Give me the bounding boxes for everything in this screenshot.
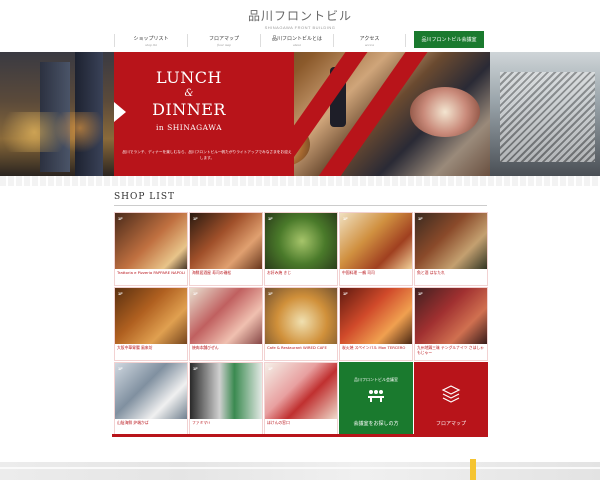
nav-sublabel: floor map <box>217 43 231 47</box>
site-header: 品川フロントビル SHINAGAWA FRONT BUILDING ショップリス… <box>0 0 600 52</box>
hero-title-location: in SHINAGAWA <box>155 123 223 132</box>
shop-photo <box>190 363 262 419</box>
conference-room-card[interactable]: 品川フロントビル会議室 会議室をお探しの方 <box>339 362 413 436</box>
floor-badge: 1F <box>193 291 198 296</box>
site-logo[interactable]: 品川フロントビル SHINAGAWA FRONT BUILDING <box>0 7 600 30</box>
shop-photo <box>265 213 337 269</box>
nav-sublabel: access <box>364 43 375 47</box>
shop-card[interactable]: 1F 魚と酒 はなたれ <box>414 212 488 286</box>
shop-card[interactable]: 1F 九州地鶏三昧 テングルナイツ さほしゃもじゃー <box>414 287 488 361</box>
shop-name: ファミマ!! <box>192 420 211 425</box>
layers-icon <box>441 385 461 403</box>
conference-room-button[interactable]: 品川フロントビル会議室 <box>414 31 484 48</box>
nav-shop-list[interactable]: ショップリスト shop list <box>114 34 187 47</box>
shop-name: お好み焼 きじ <box>267 270 291 275</box>
shop-photo <box>340 213 412 269</box>
shop-name: ほけんの窓口 <box>267 420 290 425</box>
nav-about[interactable]: 品川フロントビルとは about <box>260 34 333 47</box>
floor-badge: 1F <box>343 291 348 296</box>
floor-badge: 1F <box>418 291 423 296</box>
shop-photo <box>190 213 262 269</box>
nav-label: 品川フロントビルとは <box>271 36 322 42</box>
shop-card[interactable]: 1F ファミマ!! <box>189 362 263 436</box>
shop-photo <box>340 288 412 344</box>
logo-subtext: SHINAGAWA FRONT BUILDING <box>264 25 336 30</box>
hero-banner: LUNCH & DINNER in SHINAGAWA 品川でランチ、ディナーを… <box>0 52 600 176</box>
shop-card[interactable]: 1F お好み焼 きじ <box>264 212 338 286</box>
shop-name: 山陰海鮮 炉端かば <box>117 420 149 425</box>
nav-label: フロアマップ <box>208 36 239 42</box>
shop-card[interactable]: 1F 焼肉本舗びぜん <box>189 287 263 361</box>
shop-photo <box>415 288 487 344</box>
floor-badge: 1F <box>193 216 198 221</box>
floor-map-label: フロアマップ <box>435 421 466 427</box>
heading-rule <box>114 205 487 206</box>
nav-label: アクセス <box>359 36 380 42</box>
shop-card[interactable]: 1F 海鮮居酒屋 寿司の磯松 <box>189 212 263 286</box>
main-nav: ショップリスト shop list フロアマップ floor map 品川フロン… <box>114 32 406 49</box>
hero-title-dinner: DINNER <box>152 100 226 119</box>
floor-badge: 1F <box>268 216 273 221</box>
shop-photo <box>115 288 187 344</box>
shop-name: 魚と酒 はなたれ <box>417 270 445 275</box>
shop-card[interactable]: 1F 中国料理 一鶴 司司 <box>339 212 413 286</box>
shop-photo <box>415 213 487 269</box>
floor-badge: 1F <box>418 216 423 221</box>
floor-badge: 1F <box>343 216 348 221</box>
hero-building-photo <box>0 52 114 176</box>
shop-name: 九州地鶏三昧 テングルナイツ さほしゃもじゃー <box>417 345 484 355</box>
floor-badge: 1F <box>118 216 123 221</box>
floor-badge: 1F <box>268 291 273 296</box>
shop-name: Cafe & Restaurant WIRED CAFE <box>267 345 327 350</box>
hero-title-panel: LUNCH & DINNER in SHINAGAWA 品川でランチ、ディナーを… <box>114 52 294 176</box>
shop-card[interactable]: 1F 大阪中華胃腸 風来坊 <box>114 287 188 361</box>
access-map[interactable] <box>0 459 600 480</box>
nav-sublabel: about <box>293 43 301 47</box>
shop-grid: 1F Trattoria e Pizzeria PAPPARE NAPOLI 1… <box>114 212 488 436</box>
shop-card[interactable]: 1F ほけんの窓口 <box>264 362 338 436</box>
shop-list-heading: SHOP LIST <box>114 192 176 202</box>
floor-map-card[interactable]: フロアマップ <box>414 362 488 436</box>
shop-photo <box>115 213 187 269</box>
section-underline <box>112 434 488 437</box>
floor-badge: 1F <box>193 366 198 371</box>
conference-room-title: 品川フロントビル会議室 <box>354 377 398 382</box>
shop-name: 中国料理 一鶴 司司 <box>342 270 375 275</box>
shop-name: 炭火焼 スペインバル Mon TERCERO <box>342 345 406 350</box>
nav-sublabel: shop list <box>145 43 157 47</box>
shop-card[interactable]: 1F 炭火焼 スペインバル Mon TERCERO <box>339 287 413 361</box>
divider-band <box>0 176 600 186</box>
nav-access[interactable]: アクセス access <box>333 34 406 47</box>
conference-room-label: 会議室をお探しの方 <box>353 421 399 427</box>
floor-badge: 1F <box>268 366 273 371</box>
shop-name: 焼肉本舗びぜん <box>192 345 219 350</box>
floor-badge: 1F <box>118 291 123 296</box>
nav-floor-map[interactable]: フロアマップ floor map <box>187 34 260 47</box>
shop-photo <box>265 288 337 344</box>
shop-card[interactable]: 1F Cafe & Restaurant WIRED CAFE <box>264 287 338 361</box>
shop-photo <box>265 363 337 419</box>
shop-card[interactable]: 1F Trattoria e Pizzeria PAPPARE NAPOLI <box>114 212 188 286</box>
hero-description: 品川でランチ、ディナーを楽しむなら、品川フロントビル一帆たがりライトアップでみな… <box>122 150 292 160</box>
meeting-icon <box>368 390 384 402</box>
shop-card[interactable]: 1F 山陰海鮮 炉端かば <box>114 362 188 436</box>
shop-name: Trattoria e Pizzeria PAPPARE NAPOLI <box>117 270 186 275</box>
hero-title-amp: & <box>184 88 194 99</box>
nav-label: ショップリスト <box>133 36 169 42</box>
hero-escalator-photo <box>490 52 600 176</box>
hero-title-lunch: LUNCH <box>156 68 222 87</box>
shop-photo <box>115 363 187 419</box>
shop-name: 海鮮居酒屋 寿司の磯松 <box>192 270 232 275</box>
floor-badge: 1F <box>118 366 123 371</box>
shop-photo <box>190 288 262 344</box>
shop-name: 大阪中華胃腸 風来坊 <box>117 345 153 350</box>
logo-text: 品川フロントビル <box>247 9 352 23</box>
